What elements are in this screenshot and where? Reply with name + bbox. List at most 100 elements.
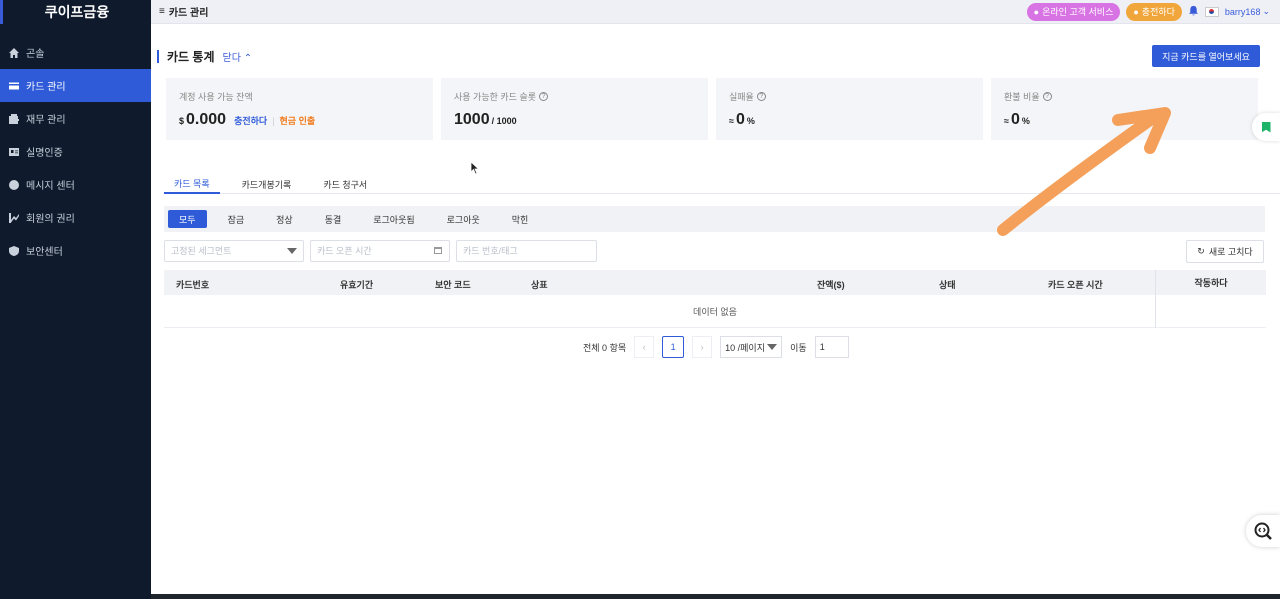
page-breadcrumb: ≡ 카드 관리 <box>159 4 208 19</box>
column-header[interactable]: 카드번호 <box>176 278 209 291</box>
bookmark-float-button[interactable] <box>1252 113 1280 141</box>
column-header[interactable]: 상태 <box>939 278 956 291</box>
approx-symbol: ≈ <box>729 116 734 126</box>
total-count: 전체 0 항목 <box>583 342 627 353</box>
caret-down-icon <box>287 248 297 254</box>
sidebar-item-message-center[interactable]: 메시지 센터 <box>0 168 151 201</box>
sidebar-item-card-management[interactable]: 카드 관리 <box>0 69 151 102</box>
charge-button[interactable]: ● 충전하다 <box>1126 2 1182 21</box>
sidebar-item-finance[interactable]: 재무 관리 <box>0 102 151 135</box>
sidebar-item-label: 회원의 권리 <box>26 214 75 225</box>
empty-text: 데이터 없음 <box>693 306 737 317</box>
menu-icon[interactable]: ≡ <box>159 6 165 17</box>
filter-logged-out-done[interactable]: 로그아웃됨 <box>362 210 425 228</box>
caret-down-icon <box>767 344 778 350</box>
filter-all[interactable]: 모두 <box>168 210 207 228</box>
bell-icon[interactable] <box>1188 5 1199 19</box>
sidebar-item-label: 곤솔 <box>26 49 45 60</box>
filter-frozen[interactable]: 동결 <box>314 210 353 228</box>
stat-card-failure-rate: 실패율? ≈ 0 % <box>716 78 983 140</box>
next-page-button[interactable]: › <box>692 336 713 358</box>
segment-input[interactable] <box>171 246 287 256</box>
stat-label: 실패율? <box>729 90 970 103</box>
help-icon[interactable]: ? <box>539 92 549 101</box>
column-header[interactable]: 작동하다 <box>1155 270 1266 295</box>
jump-input[interactable]: 1 <box>814 336 849 358</box>
page-title: 카드 관리 <box>168 8 209 19</box>
column-header[interactable]: 잔액($) <box>817 278 845 291</box>
page-number[interactable]: 1 <box>662 336 685 358</box>
stat-label: 계정 사용 가능 잔액 <box>179 92 253 102</box>
withdraw-link[interactable]: 현금 인출 <box>280 114 316 127</box>
magnifier-code-icon <box>1254 522 1272 540</box>
status-filters: 모두 잠금 정상 동결 로그아웃됨 로그아웃 막힌 <box>164 206 1265 232</box>
bookmark-icon <box>1261 121 1271 133</box>
taskbar <box>151 594 1280 599</box>
prev-page-button[interactable]: ‹ <box>634 336 655 358</box>
card-icon <box>8 80 20 92</box>
failure-rate-value: 0 <box>735 111 745 128</box>
korean-flag-icon[interactable] <box>1204 6 1219 17</box>
calendar-icon <box>433 245 443 257</box>
stat-label-text: 사용 가능한 카드 슬롯 <box>454 92 537 102</box>
table-header: 카드번호 유효기간 보안 코드 상표 잔액($) 상태 카드 오픈 시간 작동하… <box>164 270 1266 295</box>
headset-icon: ● <box>1033 6 1040 17</box>
refund-rate-value: 0 <box>1010 111 1020 128</box>
sidebar-item-security-center[interactable]: 보안센터 <box>0 234 151 267</box>
refresh-label: 새로 고치다 <box>1208 247 1253 257</box>
card-tabs: 카드 목록 카드개봉기록 카드 청구서 <box>164 174 1280 194</box>
tab-card-open-records[interactable]: 카드개봉기록 <box>232 174 302 194</box>
sidebar-item-console[interactable]: 곤솔 <box>0 36 151 69</box>
sidebar-item-label: 카드 관리 <box>26 82 66 93</box>
user-menu[interactable]: barry168 ⌄ <box>1225 6 1270 17</box>
refresh-icon: ↻ <box>1197 246 1205 256</box>
page-size-value: 10 /페이지 <box>725 342 765 353</box>
collapse-toggle[interactable]: 닫다 ⌃ <box>223 49 253 64</box>
column-header[interactable]: 카드 오픈 시간 <box>1048 278 1103 291</box>
refresh-button[interactable]: ↻ 새로 고치다 <box>1186 240 1264 263</box>
home-icon <box>8 47 20 59</box>
chevron-up-icon: ⌃ <box>243 53 253 64</box>
slots-total: / 1000 <box>491 116 517 126</box>
table-empty-row: 데이터 없음 <box>164 295 1266 328</box>
main-content: ≡ 카드 관리 ● 온라인 고객 서비스 ● 충전하다 barry168 ⌄ 카… <box>151 0 1280 594</box>
section-title: 카드 통계 <box>167 50 215 64</box>
sidebar-item-label: 재무 관리 <box>26 115 66 126</box>
open-date-input[interactable] <box>317 246 433 256</box>
stat-card-slots: 사용 가능한 카드 슬롯? 1000 / 1000 <box>441 78 708 140</box>
stats-section-header: 카드 통계 닫다 ⌃ <box>157 48 252 65</box>
brand-logo: 쿠이프금융 <box>0 0 151 24</box>
column-header[interactable]: 상표 <box>531 278 548 291</box>
filter-locked[interactable]: 잠금 <box>217 210 256 228</box>
help-icon[interactable]: ? <box>1042 92 1052 101</box>
slots-value: 1000 <box>454 111 490 128</box>
percent-symbol: % <box>1021 116 1030 126</box>
customer-service-button[interactable]: ● 온라인 고객 서비스 <box>1026 2 1121 21</box>
segment-select[interactable] <box>164 240 304 262</box>
help-icon[interactable]: ? <box>756 92 766 101</box>
tab-card-list[interactable]: 카드 목록 <box>164 174 220 194</box>
sidebar-item-member-rights[interactable]: 회원의 권리 <box>0 201 151 234</box>
sidebar: 쿠이프금융 곤솔 카드 관리 재무 관리 실명인증 메시지 센터 회원의 권리 … <box>0 0 151 599</box>
username: barry168 <box>1224 6 1261 17</box>
page-size-select[interactable]: 10 /페이지 <box>720 336 783 358</box>
column-header[interactable]: 유효기간 <box>340 278 373 291</box>
open-card-button[interactable]: 지금 카드를 열어보세요 <box>1152 45 1260 67</box>
filter-blocked[interactable]: 막힌 <box>501 210 540 228</box>
open-date-picker[interactable] <box>310 240 450 262</box>
stat-label-text: 환불 비율 <box>1004 92 1040 102</box>
chat-icon <box>8 179 20 191</box>
currency-symbol: $ <box>179 116 185 126</box>
tab-card-bills[interactable]: 카드 청구서 <box>313 174 377 194</box>
filter-logout[interactable]: 로그아웃 <box>436 210 491 228</box>
filter-normal[interactable]: 정상 <box>265 210 304 228</box>
charge-label: 충전하다 <box>1141 7 1175 17</box>
percent-symbol: % <box>746 116 755 126</box>
card-number-search[interactable] <box>456 240 597 262</box>
shield-icon <box>8 245 20 257</box>
search-float-button[interactable] <box>1246 515 1280 547</box>
recharge-link[interactable]: 충전하다 <box>234 114 267 127</box>
column-header[interactable]: 보안 코드 <box>435 278 471 291</box>
sidebar-item-verification[interactable]: 실명인증 <box>0 135 151 168</box>
card-number-input[interactable] <box>463 246 590 256</box>
